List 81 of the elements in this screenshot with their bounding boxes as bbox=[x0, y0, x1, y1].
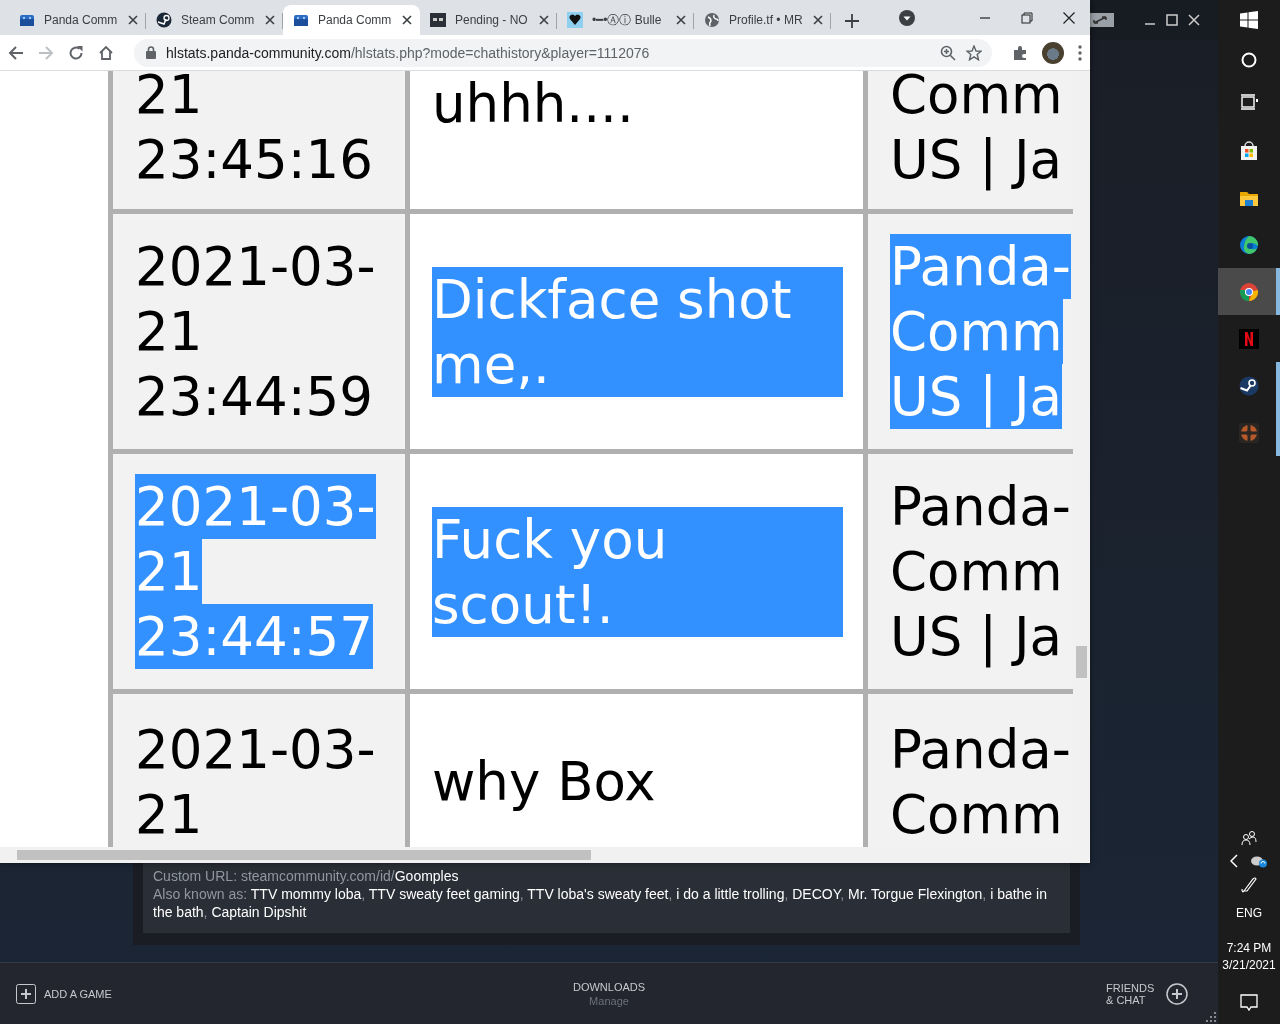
language-indicator[interactable]: ENG bbox=[1236, 906, 1262, 920]
close-icon[interactable] bbox=[402, 15, 412, 25]
date-cell-text: 23:45:16 bbox=[135, 128, 374, 192]
zoom-icon[interactable] bbox=[940, 44, 956, 61]
date-cell-text: 21 bbox=[135, 783, 203, 847]
date-cell-text: 2021-03- bbox=[135, 235, 376, 299]
browser-tab[interactable]: Panda Comm bbox=[9, 5, 146, 35]
server-cell-text: Comm bbox=[890, 540, 1063, 604]
server-cell-text: US | Ja bbox=[890, 364, 1063, 429]
extensions-icon[interactable] bbox=[1012, 44, 1028, 61]
browser-tab[interactable]: •━•Ⓐⓘ Bulle bbox=[557, 5, 694, 35]
close-icon[interactable] bbox=[128, 15, 138, 25]
server-cell-text: Panda- bbox=[890, 718, 1071, 782]
edge-icon bbox=[1239, 234, 1259, 255]
browser-tab[interactable]: Profile.tf • MR bbox=[694, 5, 831, 35]
message-text: Fuck you scout!. bbox=[432, 506, 843, 637]
server-cell-text: Panda- bbox=[890, 234, 1071, 299]
add-game-button[interactable]: ADD A GAME bbox=[16, 983, 112, 1004]
people-icon[interactable] bbox=[1241, 830, 1257, 846]
message-text: uhhh.... bbox=[432, 72, 634, 136]
tab-search-icon[interactable] bbox=[899, 9, 915, 26]
date-cell-text: 23:44:59 bbox=[135, 365, 374, 429]
store-icon bbox=[1239, 140, 1259, 161]
clock[interactable]: 7:24 PM 3/21/2021 bbox=[1222, 940, 1276, 974]
date-cell-text: 21 bbox=[135, 539, 203, 604]
address-bar[interactable]: hlstats.panda-community.com/hlstats.php?mode=chathistory&player=1112076 bbox=[134, 38, 992, 67]
search-icon[interactable] bbox=[1241, 52, 1257, 68]
netflix-icon bbox=[1239, 328, 1259, 349]
start-icon[interactable] bbox=[1240, 11, 1258, 29]
server-cell-text: Comm bbox=[890, 783, 1063, 847]
cloud-sync-icon[interactable] bbox=[1250, 854, 1268, 868]
favicon-icon bbox=[567, 12, 583, 28]
favicon-icon bbox=[704, 12, 720, 28]
steam-icon bbox=[1239, 375, 1259, 396]
resize-grip-icon[interactable] bbox=[1206, 1012, 1216, 1022]
server-cell-text: Comm bbox=[890, 71, 1063, 127]
server-cell-text: Comm bbox=[890, 299, 1063, 364]
game-icon bbox=[1239, 422, 1259, 443]
server-cell-text: Panda- bbox=[890, 475, 1071, 539]
pen-icon[interactable] bbox=[1241, 876, 1257, 894]
message-text: why Box bbox=[432, 750, 656, 814]
maximize-icon[interactable] bbox=[1166, 14, 1178, 26]
browser-tab[interactable]: Steam Comm bbox=[146, 5, 283, 35]
date-cell-text: 23:44:57 bbox=[135, 604, 374, 669]
menu-icon[interactable] bbox=[1078, 44, 1082, 61]
chevron-left-icon[interactable] bbox=[1230, 854, 1238, 868]
message-text: Dickface shot me,. bbox=[432, 266, 843, 397]
star-icon[interactable] bbox=[966, 44, 982, 61]
browser-tab[interactable]: Panda Comm bbox=[283, 5, 420, 35]
close-icon[interactable] bbox=[1063, 11, 1075, 24]
restore-icon[interactable] bbox=[1021, 11, 1033, 24]
date-cell-text: 2021-03- bbox=[135, 474, 376, 539]
date-cell-text: 21 bbox=[135, 300, 203, 364]
date-cell-text: 2021-03- bbox=[135, 718, 376, 782]
new-tab-icon[interactable] bbox=[845, 14, 859, 28]
favicon-icon bbox=[430, 12, 446, 28]
downloads-label[interactable]: DOWNLOADS bbox=[572, 980, 646, 993]
back-arrow-icon[interactable] bbox=[8, 44, 24, 61]
date-cell-text: 21 bbox=[135, 71, 203, 127]
profile-avatar[interactable] bbox=[1042, 41, 1064, 64]
custom-url-text: Custom URL: steamcommunity.com/id/Goomples bbox=[153, 867, 460, 885]
lock-icon bbox=[146, 46, 156, 59]
also-known-as-text: Also known as: TTV mommy loba, TTV sweaty feet gaming, TTV loba's sweaty feet, i do a little trolling, DECOY, Mr. Torgue Flexington, i bathe in the bath, Captain Dipshit bbox=[153, 885, 1048, 921]
horizontal-scrollbar[interactable] bbox=[0, 847, 1090, 863]
favicon-icon bbox=[156, 12, 172, 28]
home-icon[interactable] bbox=[98, 44, 114, 61]
close-icon[interactable] bbox=[676, 15, 686, 25]
server-cell-text: US | Ja bbox=[890, 605, 1063, 669]
favicon-icon bbox=[19, 12, 35, 28]
chrome-icon bbox=[1239, 281, 1259, 302]
plus-icon bbox=[16, 983, 36, 1004]
plus-circle-icon bbox=[1166, 982, 1188, 1005]
server-cell-text: US | Ja bbox=[890, 128, 1063, 192]
browser-tab[interactable]: Pending - NO bbox=[420, 5, 557, 35]
reload-icon[interactable] bbox=[68, 44, 84, 61]
favicon-icon bbox=[293, 12, 309, 28]
friends-chat-button[interactable]: FRIENDS & CHAT bbox=[1106, 981, 1188, 1006]
close-icon[interactable] bbox=[265, 15, 275, 25]
close-icon[interactable] bbox=[813, 15, 823, 25]
close-icon[interactable] bbox=[539, 15, 549, 25]
notification-icon[interactable] bbox=[1240, 994, 1258, 1012]
